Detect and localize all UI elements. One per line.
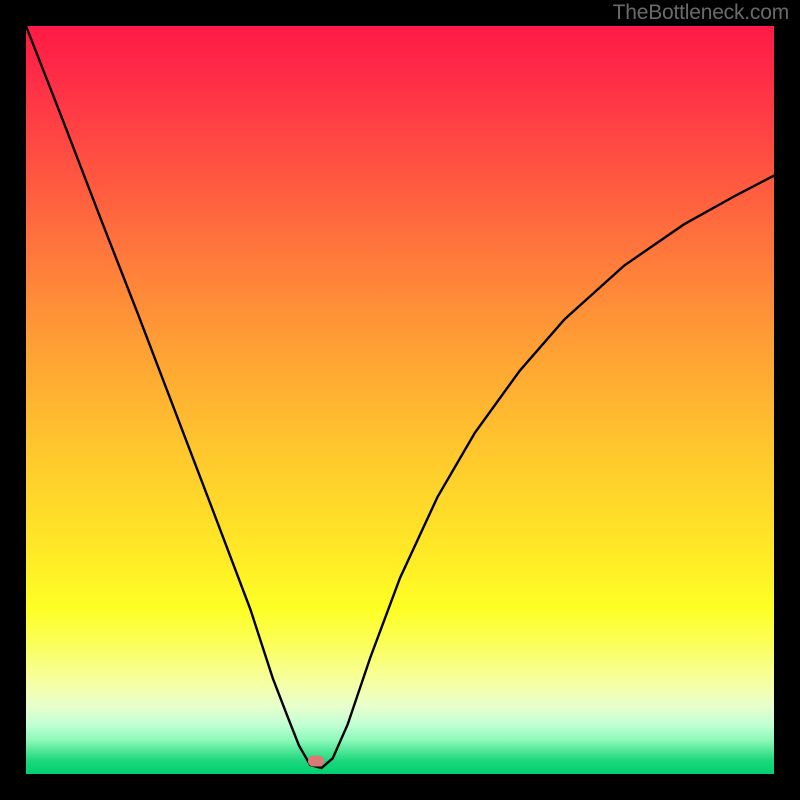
optimum-marker	[308, 756, 324, 767]
bottleneck-curve	[26, 26, 774, 774]
plot-area	[26, 26, 774, 774]
watermark-text: TheBottleneck.com	[613, 1, 789, 25]
